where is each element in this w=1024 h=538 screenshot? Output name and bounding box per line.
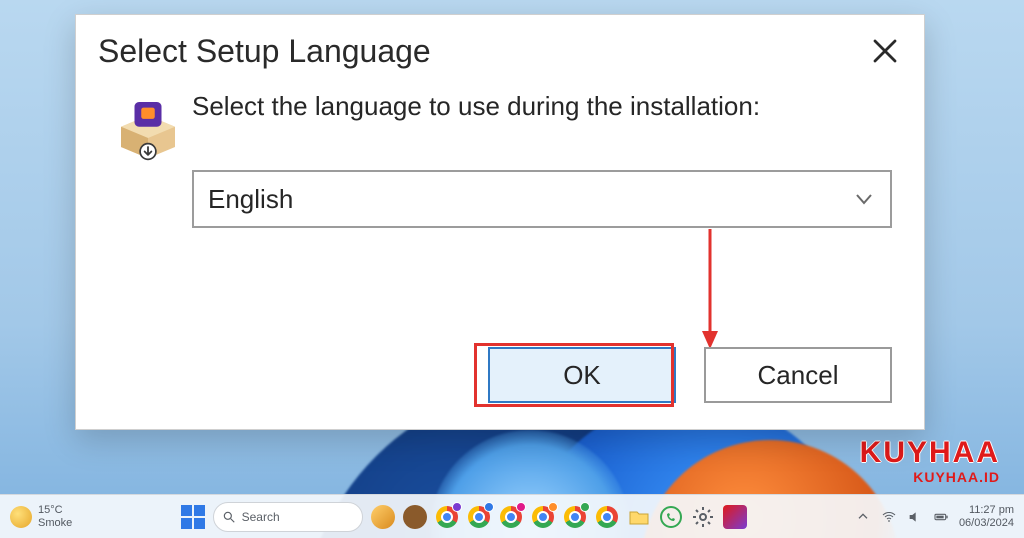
taskbar-chrome-icon[interactable] xyxy=(531,505,555,529)
taskbar-weather[interactable]: 15°C Smoke xyxy=(10,504,72,528)
ok-button[interactable]: OK xyxy=(488,347,676,403)
dialog-titlebar: Select Setup Language xyxy=(76,15,924,83)
setup-language-dialog: Select Setup Language Select the languag… xyxy=(75,14,925,430)
taskbar-explorer-icon[interactable] xyxy=(627,505,651,529)
taskbar-app-icon[interactable] xyxy=(723,505,747,529)
taskbar-chrome-icon[interactable] xyxy=(435,505,459,529)
taskbar-chrome-icon[interactable] xyxy=(563,505,587,529)
watermark-brand: KUYHAA xyxy=(860,438,1000,468)
installer-package-icon xyxy=(112,93,184,165)
taskbar-chrome-icon[interactable] xyxy=(467,505,491,529)
clock-time: 11:27 pm xyxy=(969,504,1014,516)
close-icon[interactable] xyxy=(868,34,902,68)
dialog-prompt: Select the language to use during the in… xyxy=(192,89,892,124)
taskbar-system-tray: 11:27 pm 06/03/2024 xyxy=(855,504,1014,528)
taskbar-search-placeholder: Search xyxy=(242,510,280,524)
weather-icon xyxy=(10,506,32,528)
taskbar-chrome-icon[interactable] xyxy=(595,505,619,529)
language-select-value: English xyxy=(208,184,293,215)
taskbar-whatsapp-icon[interactable] xyxy=(659,505,683,529)
volume-icon[interactable] xyxy=(907,509,923,525)
taskbar-center: Search xyxy=(181,502,747,532)
ok-button-label: OK xyxy=(563,360,601,391)
taskbar-settings-icon[interactable] xyxy=(691,505,715,529)
start-button[interactable] xyxy=(181,505,205,529)
weather-desc: Smoke xyxy=(38,517,72,529)
dialog-title: Select Setup Language xyxy=(98,33,431,70)
clock-date: 06/03/2024 xyxy=(959,517,1014,529)
taskbar-search[interactable]: Search xyxy=(213,502,363,532)
cancel-button-label: Cancel xyxy=(758,360,839,391)
wifi-icon[interactable] xyxy=(881,509,897,525)
annotation-arrow xyxy=(701,227,715,341)
watermark: KUYHAA KUYHAA.ID xyxy=(860,438,1000,484)
tray-chevron-icon[interactable] xyxy=(855,509,871,525)
watermark-site: KUYHAA.ID xyxy=(860,470,1000,484)
taskbar-app-icon[interactable] xyxy=(403,505,427,529)
language-select[interactable]: English xyxy=(192,170,892,228)
chevron-down-icon xyxy=(852,187,876,211)
taskbar: 15°C Smoke Search 11:27 pm 06/ xyxy=(0,494,1024,538)
taskbar-app-icon[interactable] xyxy=(371,505,395,529)
taskbar-clock[interactable]: 11:27 pm 06/03/2024 xyxy=(959,504,1014,528)
battery-icon[interactable] xyxy=(933,509,949,525)
search-icon xyxy=(222,510,236,524)
weather-temp: 15°C xyxy=(38,504,72,516)
cancel-button[interactable]: Cancel xyxy=(704,347,892,403)
taskbar-chrome-icon[interactable] xyxy=(499,505,523,529)
